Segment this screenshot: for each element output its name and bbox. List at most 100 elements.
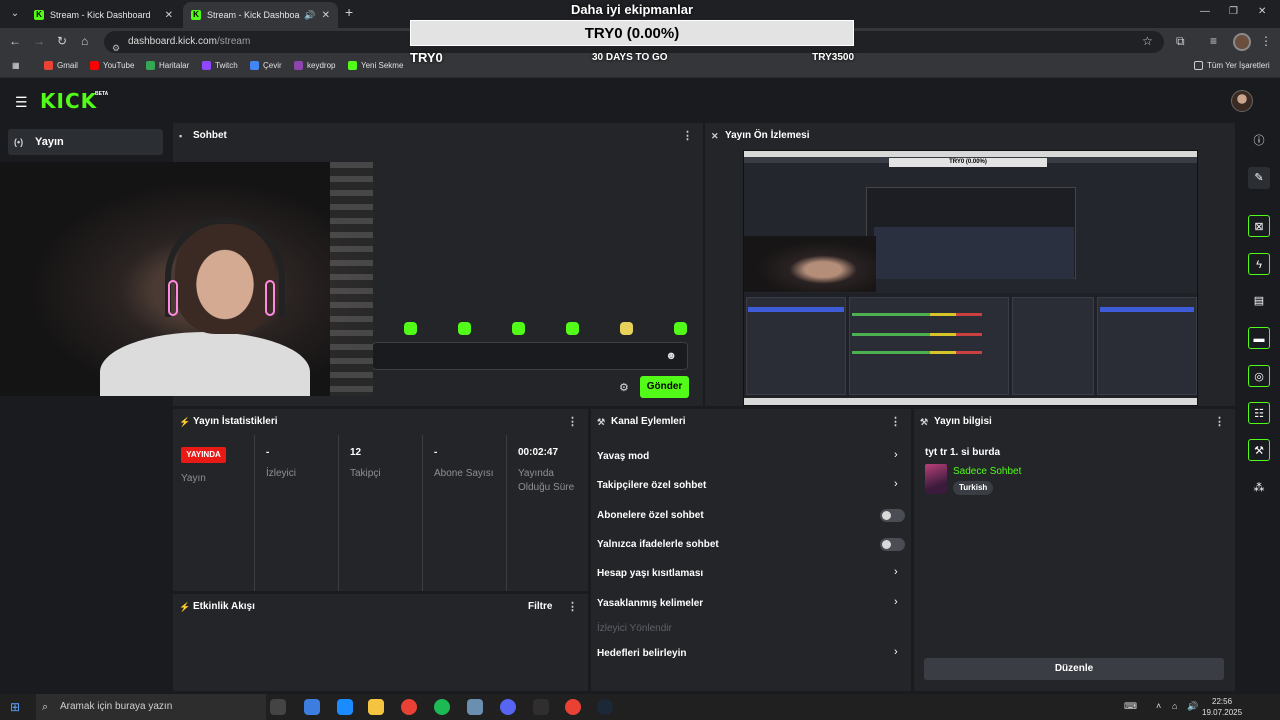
tab-search-icon[interactable]: ⌄ — [6, 5, 24, 23]
activity-title: Etkinlik Akışı — [193, 601, 255, 612]
emote-5[interactable] — [620, 322, 633, 335]
volume-icon[interactable]: 🔊 — [1187, 701, 1198, 712]
layout-toggle-icon[interactable]: ☷ — [1248, 402, 1270, 424]
emote-1[interactable] — [404, 322, 417, 335]
bookmark-label: Twitch — [215, 61, 238, 70]
file-explorer-icon[interactable] — [368, 699, 384, 715]
clock[interactable]: 22:56 19.07.2025 — [1202, 696, 1242, 718]
apps-grid-icon[interactable]: ▦ — [12, 61, 20, 70]
copilot-icon[interactable] — [304, 699, 320, 715]
browser-tab-1[interactable]: K Stream - Kick Dashboard ✕ — [26, 2, 181, 28]
filter-button[interactable]: Filtre — [528, 601, 552, 612]
chat-settings-gear-icon[interactable]: ⚙ — [619, 381, 629, 394]
action-set-goals[interactable]: Hedefleri belirleyin — [597, 648, 686, 659]
keyboard-icon[interactable]: ⌨ — [1124, 701, 1137, 712]
chat-more-icon[interactable]: ⋮ — [682, 123, 693, 149]
back-icon[interactable]: ← — [9, 34, 21, 48]
network-icon[interactable]: ⌂ — [1172, 701, 1177, 711]
edge-icon[interactable] — [337, 699, 353, 715]
send-button[interactable]: Gönder — [640, 376, 689, 398]
channel-actions-more-icon[interactable]: ⋮ — [890, 409, 901, 435]
goal-days-left: 30 DAYS TO GO — [592, 52, 668, 63]
kick-header: ☰ KICK BETA — [0, 80, 1280, 122]
stat-label: Takipçi — [350, 468, 381, 479]
stat-cell-uptime: 00:02:47 Yayında Olduğu Süre — [507, 435, 588, 591]
bookmark-keydrop[interactable]: keydrop — [294, 61, 335, 70]
subscribers-only-toggle[interactable] — [880, 509, 905, 522]
emoji-picker-icon[interactable]: ☻ — [665, 350, 677, 362]
document-icon[interactable]: ▤ — [1248, 290, 1270, 312]
chevron-right-icon[interactable]: › — [894, 478, 898, 490]
reload-icon[interactable]: ↻ — [57, 34, 67, 48]
browser-menu-icon[interactable]: ⋮ — [1260, 34, 1272, 48]
obs-icon[interactable] — [533, 699, 549, 715]
home-icon[interactable]: ⌂ — [81, 34, 88, 48]
bolt-toggle-icon[interactable]: ϟ — [1248, 253, 1270, 275]
action-account-age[interactable]: Hesap yaşı kısıtlaması — [597, 568, 703, 579]
tab-title: Stream - Kick Dashboard — [50, 10, 151, 20]
user-avatar[interactable] — [1231, 90, 1253, 112]
stats-more-icon[interactable]: ⋮ — [567, 409, 578, 435]
stream-info-more-icon[interactable]: ⋮ — [1214, 409, 1225, 435]
chevron-right-icon[interactable]: › — [894, 646, 898, 658]
app-icon[interactable] — [467, 699, 483, 715]
bookmark-star-icon[interactable]: ☆ — [1142, 34, 1153, 48]
add-widget-icon[interactable]: ⁂ — [1248, 477, 1270, 499]
broadcast-toggle-icon[interactable]: ◎ — [1248, 365, 1270, 387]
all-bookmarks[interactable]: Tüm Yer İşaretleri — [1194, 61, 1270, 70]
taskbar-search[interactable]: ⌕ Aramak için buraya yazın — [36, 694, 266, 720]
edit-button[interactable]: Düzenle — [924, 658, 1224, 680]
bookmark-yeni-sekme[interactable]: Yeni Sekme — [348, 61, 403, 70]
close-window-icon[interactable]: ✕ — [1258, 6, 1266, 17]
wrench-toggle-icon[interactable]: ⚒ — [1248, 439, 1270, 461]
bookmark-haritalar[interactable]: Haritalar — [146, 61, 189, 70]
kick-logo[interactable]: KICK — [40, 89, 97, 113]
category-link[interactable]: Sadece Sohbet — [953, 466, 1021, 477]
windows-start-icon[interactable]: ⊞ — [10, 700, 20, 714]
minimize-icon[interactable]: — — [1200, 6, 1210, 17]
forward-icon[interactable]: → — [33, 34, 45, 48]
stream-preview-video[interactable]: TRY0 (0.00%) — [743, 150, 1198, 406]
bookmark-twitch[interactable]: Twitch — [202, 61, 238, 70]
tray-chevron-icon[interactable]: ˄ — [1156, 701, 1161, 711]
chat-toggle-icon[interactable]: ▬ — [1248, 327, 1270, 349]
restore-icon[interactable]: ❐ — [1229, 6, 1238, 17]
close-tab-icon[interactable]: ✕ — [165, 10, 173, 21]
emote-2[interactable] — [458, 322, 471, 335]
preview-toggle-icon[interactable]: ⊠ — [1248, 215, 1270, 237]
hamburger-menu-icon[interactable]: ☰ — [15, 94, 28, 111]
new-tab-icon[interactable]: + — [345, 4, 353, 20]
sidebar-item-yayin[interactable]: (•) Yayın — [8, 129, 163, 155]
spotify-icon[interactable] — [434, 699, 450, 715]
chevron-right-icon[interactable]: › — [894, 596, 898, 608]
action-slow-mode[interactable]: Yavaş mod — [597, 451, 649, 462]
extensions-icon[interactable]: ⧉ — [1176, 34, 1185, 49]
bookmark-youtube[interactable]: YouTube — [90, 61, 134, 70]
info-icon[interactable]: ⓘ — [1248, 130, 1270, 152]
chevron-right-icon[interactable]: › — [894, 449, 898, 461]
stats-panel-header: ⚡ Yayın İstatistikleri ⋮ — [173, 409, 588, 435]
close-tab-icon[interactable]: ✕ — [322, 10, 330, 21]
speaker-icon[interactable]: 🔊 — [304, 10, 315, 21]
task-view-icon[interactable] — [270, 699, 286, 715]
browser-profile-avatar[interactable] — [1233, 33, 1251, 51]
chevron-right-icon[interactable]: › — [894, 566, 898, 578]
action-followers-only[interactable]: Takipçilere özel sohbet — [597, 480, 706, 491]
steam-icon[interactable] — [597, 699, 613, 715]
emote-6[interactable] — [674, 322, 687, 335]
emote-4[interactable] — [566, 322, 579, 335]
media-controls-icon[interactable]: ≡ — [1210, 34, 1217, 48]
activity-more-icon[interactable]: ⋮ — [567, 594, 578, 620]
chat-message-input[interactable]: ☻ — [372, 342, 688, 370]
emote-3[interactable] — [512, 322, 525, 335]
bookmark-cevir[interactable]: Çevir — [250, 61, 282, 70]
pencil-icon[interactable]: ✎ — [1248, 167, 1270, 189]
browser-tab-2[interactable]: K Stream - Kick Dashboard 🔊 ✕ — [183, 2, 338, 28]
discord-icon[interactable] — [500, 699, 516, 715]
wrench-icon: ⚒ — [920, 417, 929, 427]
chrome-profile-icon[interactable] — [565, 699, 581, 715]
bookmark-gmail[interactable]: Gmail — [44, 61, 78, 70]
emotes-only-toggle[interactable] — [880, 538, 905, 551]
action-banned-words[interactable]: Yasaklanmış kelimeler — [597, 598, 703, 609]
chrome-icon[interactable] — [401, 699, 417, 715]
